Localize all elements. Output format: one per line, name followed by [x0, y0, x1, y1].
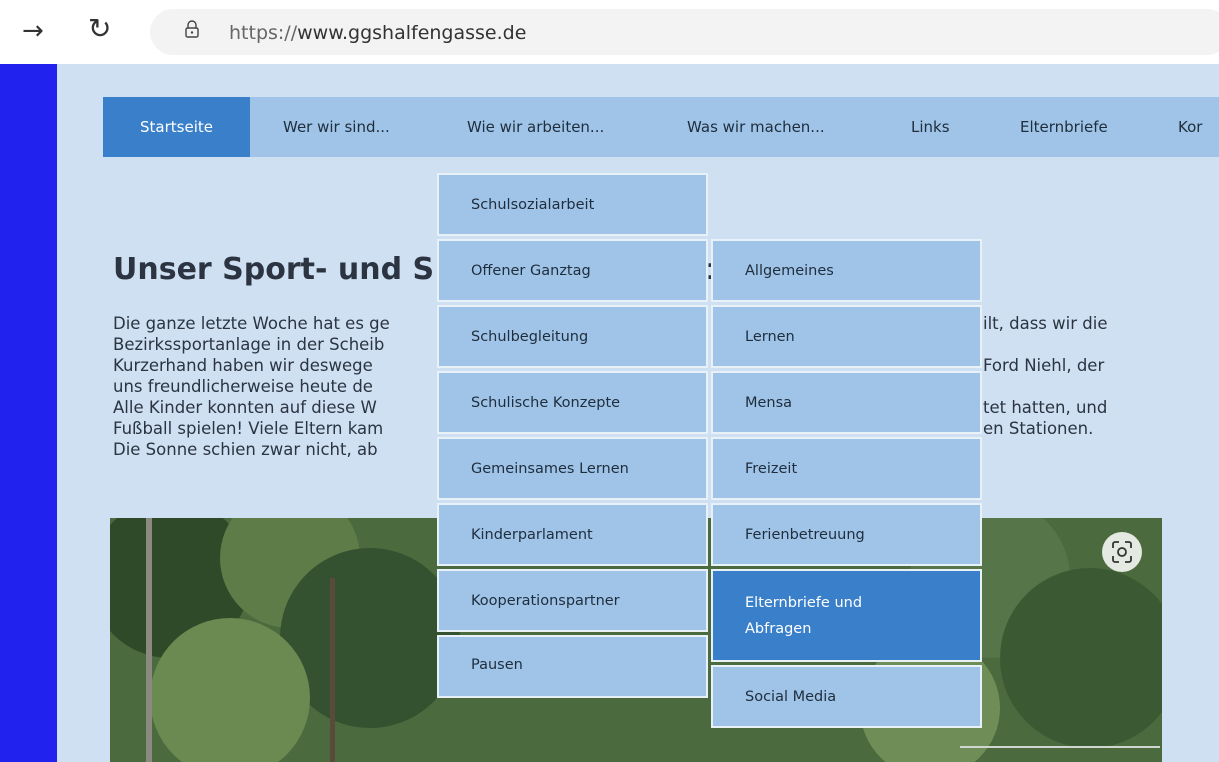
- article-line-6-end: en Stationen.: [983, 419, 1094, 438]
- nav-item-links[interactable]: Links: [911, 97, 950, 157]
- article-line-5-end: tet hatten, und: [983, 398, 1108, 417]
- article-line-1-end: ilt, dass wir die: [983, 314, 1108, 333]
- menu-item-label-line-2: Abfragen: [745, 620, 812, 637]
- menu-item-lernen[interactable]: Lernen: [711, 305, 982, 368]
- menu-item-elternbriefe-und-abfragen[interactable]: Elternbriefe und Abfragen: [711, 569, 982, 662]
- nav-item-wie-wir-arbeiten[interactable]: Wie wir arbeiten...: [467, 97, 604, 157]
- url-host: www.ggshalfengasse.de: [297, 22, 527, 44]
- menu-item-kooperationspartner[interactable]: Kooperationspartner: [437, 569, 708, 632]
- article-line-2: Bezirkssportanlage in der Scheib: [113, 335, 385, 354]
- url-protocol: https://: [229, 22, 298, 44]
- menu-item-schulische-konzepte[interactable]: Schulische Konzepte: [437, 371, 708, 434]
- menu-item-gemeinsames-lernen[interactable]: Gemeinsames Lernen: [437, 437, 708, 500]
- nav-item-wer-wir-sind[interactable]: Wer wir sind...: [283, 97, 390, 157]
- menu-item-kinderparlament[interactable]: Kinderparlament: [437, 503, 708, 566]
- nav-label: Was wir machen...: [687, 118, 825, 136]
- lock-icon[interactable]: [185, 20, 199, 38]
- article-line-5: Alle Kinder konnten auf diese W: [113, 398, 377, 417]
- article-headline: Unser Sport- und S: [113, 252, 435, 287]
- nav-item-elternbriefe[interactable]: Elternbriefe: [1020, 97, 1108, 157]
- menu-item-allgemeines[interactable]: Allgemeines: [711, 239, 982, 302]
- menu-item-pausen[interactable]: Pausen: [437, 635, 708, 698]
- visual-search-icon[interactable]: [1102, 532, 1142, 572]
- nav-label: Elternbriefe: [1020, 118, 1108, 136]
- article-line-4: uns freundlicherweise heute de: [113, 377, 373, 396]
- menu-item-social-media[interactable]: Social Media: [711, 665, 982, 728]
- main-navigation: Startseite Wer wir sind... Wie wir arbei…: [103, 97, 1219, 157]
- nav-label: Links: [911, 118, 950, 136]
- menu-item-offener-ganztag[interactable]: Offener Ganztag: [437, 239, 708, 302]
- browser-toolbar: → ↻ https://www.ggshalfengasse.de: [0, 0, 1219, 64]
- nav-label: Kor: [1178, 118, 1203, 136]
- nav-item-was-wir-machen[interactable]: Was wir machen...: [687, 97, 825, 157]
- menu-item-mensa[interactable]: Mensa: [711, 371, 982, 434]
- article-line-3-end: Ford Niehl, der: [983, 356, 1105, 375]
- article-line-1: Die ganze letzte Woche hat es ge: [113, 314, 390, 333]
- nav-label: Wer wir sind...: [283, 118, 390, 136]
- menu-item-schulbegleitung[interactable]: Schulbegleitung: [437, 305, 708, 368]
- nav-label: Startseite: [140, 118, 213, 136]
- menu-item-label-line-1: Elternbriefe und: [745, 594, 863, 611]
- arrow-right-icon[interactable]: →: [22, 18, 44, 44]
- nav-label: Wie wir arbeiten...: [467, 118, 605, 136]
- nav-item-startseite[interactable]: Startseite: [103, 97, 250, 157]
- nav-item-kontakt[interactable]: Kor: [1178, 97, 1202, 157]
- article-line-3: Kurzerhand haben wir deswege: [113, 356, 373, 375]
- menu-item-schulsozialarbeit[interactable]: Schulsozialarbeit: [437, 173, 708, 236]
- menu-item-freizeit[interactable]: Freizeit: [711, 437, 982, 500]
- article-line-6: Fußball spielen! Viele Eltern kam: [113, 419, 384, 438]
- article-line-7: Die Sonne schien zwar nicht, ab: [113, 440, 378, 459]
- url-text[interactable]: https://www.ggshalfengasse.de: [229, 22, 526, 44]
- left-stripe: [0, 64, 57, 762]
- reload-icon[interactable]: ↻: [88, 15, 111, 43]
- menu-item-ferienbetreuung[interactable]: Ferienbetreuung: [711, 503, 982, 566]
